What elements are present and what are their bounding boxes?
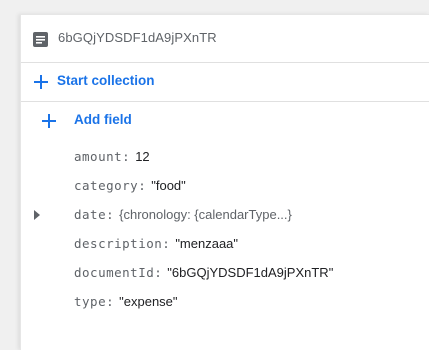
- field-row-date[interactable]: date: {chronology: {calendarType...}: [21, 203, 429, 227]
- field-value: {chronology: {calendarType...}: [119, 207, 292, 222]
- field-value: 12: [135, 149, 150, 164]
- field-key: documentId:: [74, 265, 163, 280]
- field-value: "expense": [119, 294, 178, 309]
- field-row-documentid[interactable]: documentId: "6bGQjYDSDF1dA9jPXnTR": [21, 261, 429, 285]
- field-value: "food": [151, 178, 186, 193]
- field-key: description:: [74, 236, 171, 251]
- field-row-category[interactable]: category: "food": [21, 174, 429, 198]
- field-row-amount[interactable]: amount: 12: [21, 145, 429, 169]
- field-key: category:: [74, 178, 147, 193]
- document-panel: 6bGQjYDSDF1dA9jPXnTR Start collection Ad…: [20, 14, 429, 350]
- start-collection-button[interactable]: Start collection: [21, 63, 429, 102]
- field-row-type[interactable]: type: "expense": [21, 290, 429, 314]
- field-value: "menzaaa": [175, 236, 239, 251]
- triangle-right-icon[interactable]: [33, 210, 41, 220]
- field-row-description[interactable]: description: "menzaaa": [21, 232, 429, 256]
- plus-icon: [34, 75, 48, 89]
- document-id-title: 6bGQjYDSDF1dA9jPXnTR: [58, 30, 217, 45]
- field-value: "6bGQjYDSDF1dA9jPXnTR": [167, 265, 334, 280]
- document-header[interactable]: 6bGQjYDSDF1dA9jPXnTR: [21, 15, 429, 63]
- add-field-label: Add field: [74, 112, 132, 127]
- start-collection-label: Start collection: [57, 73, 155, 88]
- add-field-button[interactable]: Add field: [21, 102, 429, 140]
- plus-icon: [42, 114, 56, 128]
- document-icon: [33, 32, 48, 47]
- field-key: date:: [74, 207, 115, 222]
- field-key: type:: [74, 294, 115, 309]
- field-key: amount:: [74, 149, 131, 164]
